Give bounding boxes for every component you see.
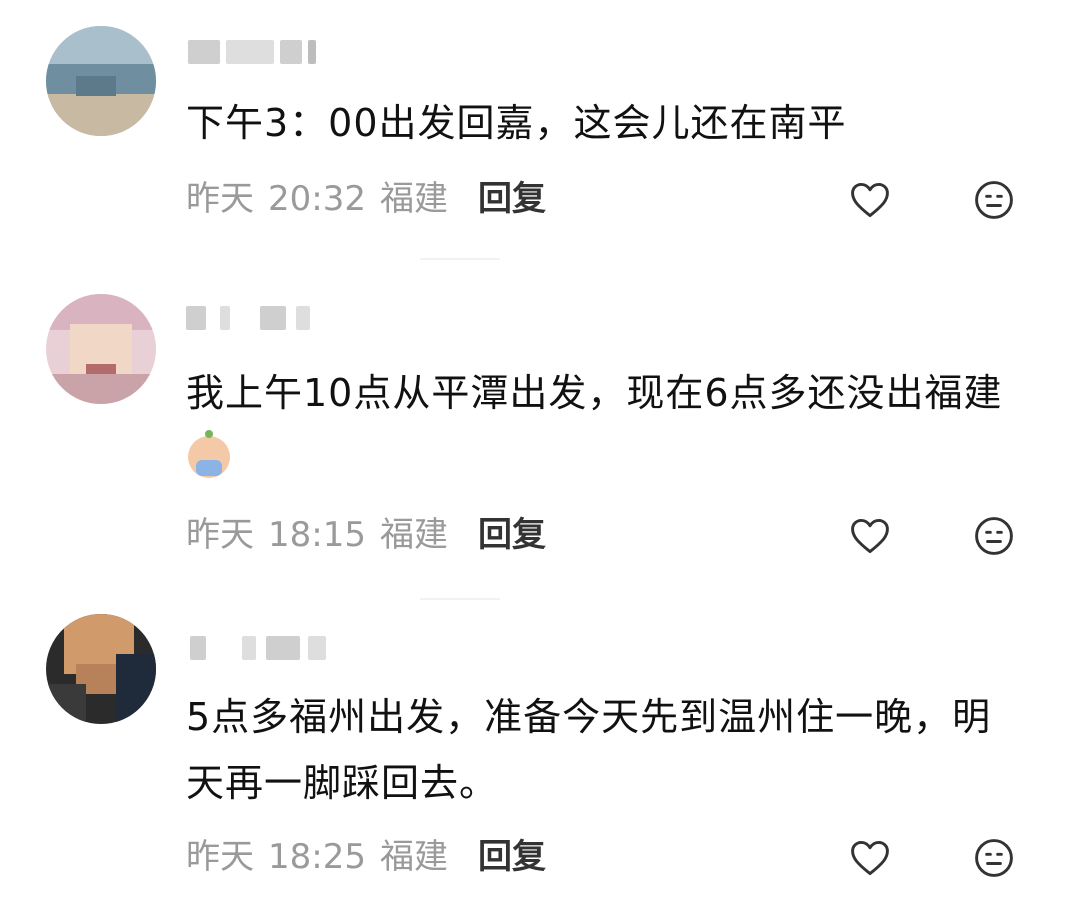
reply-button[interactable]: 回复	[478, 515, 546, 555]
crying-emoji-icon	[188, 430, 230, 478]
comment-meta: 昨天 18:25 福建 回复	[186, 832, 560, 882]
heart-icon[interactable]	[848, 514, 892, 558]
avatar[interactable]	[46, 294, 156, 404]
comment-text-content: 我上午10点从平潭出发，现在6点多还没出福建	[186, 371, 1003, 415]
comment-date: 昨天	[186, 179, 254, 219]
comment-text: 我上午10点从平潭出发，现在6点多还没出福建	[186, 360, 1036, 492]
comment-time: 20:32	[268, 179, 366, 219]
face-emoji-icon[interactable]	[972, 178, 1016, 222]
heart-icon[interactable]	[848, 836, 892, 880]
divider	[420, 258, 500, 260]
comment-location: 福建	[379, 837, 448, 877]
face-emoji-icon[interactable]	[972, 836, 1016, 880]
comment-time: 18:15	[268, 515, 366, 555]
comment-text: 5点多福州出发，准备今天先到温州住一晚，明天再一脚踩回去。	[186, 695, 992, 805]
face-emoji-icon[interactable]	[972, 514, 1016, 558]
username-blurred[interactable]	[186, 32, 366, 72]
comment-meta: 昨天 18:15 福建 回复	[186, 510, 560, 560]
comment-location: 福建	[379, 179, 448, 219]
reply-button[interactable]: 回复	[478, 179, 546, 219]
username-blurred[interactable]	[186, 628, 366, 668]
comment-date: 昨天	[186, 837, 254, 877]
reply-button[interactable]: 回复	[478, 837, 546, 877]
avatar[interactable]	[46, 614, 156, 724]
comment-meta: 昨天 20:32 福建 回复	[186, 174, 560, 224]
comment-location: 福建	[379, 515, 448, 555]
heart-icon[interactable]	[848, 178, 892, 222]
divider	[420, 598, 500, 600]
comment-time: 18:25	[268, 837, 366, 877]
comment-text: 下午3：00出发回嘉，这会儿还在南平	[186, 101, 847, 145]
username-blurred[interactable]	[186, 298, 366, 338]
avatar[interactable]	[46, 26, 156, 136]
comment-date: 昨天	[186, 515, 254, 555]
